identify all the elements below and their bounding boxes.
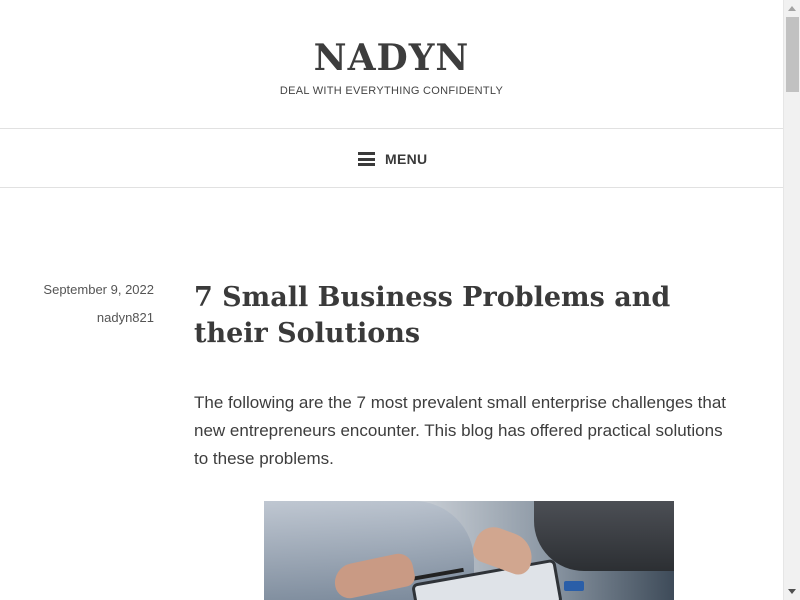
site-tagline: DEAL WITH EVERYTHING CONFIDENTLY	[279, 85, 504, 97]
featured-image	[264, 501, 674, 600]
site-title[interactable]: NADYN	[0, 36, 783, 80]
post-author-link[interactable]: nadyn821	[43, 309, 154, 327]
vertical-scrollbar[interactable]	[783, 0, 800, 600]
hamburger-icon	[358, 152, 375, 166]
scroll-thumb[interactable]	[786, 17, 799, 92]
post-date-link[interactable]: September 9, 2022	[43, 281, 154, 299]
scroll-up-arrow-icon[interactable]	[784, 0, 800, 17]
post-intro-paragraph: The following are the 7 most prevalent s…	[194, 393, 727, 468]
menu-toggle-button[interactable]: MENU	[358, 149, 427, 169]
scroll-down-arrow-icon[interactable]	[784, 583, 800, 600]
post-meta: September 9, 2022 nadyn821	[43, 281, 154, 327]
main-navigation: MENU	[0, 129, 783, 188]
page: NADYN DEAL WITH EVERYTHING CONFIDENTLY M…	[0, 0, 783, 600]
post-title-link[interactable]: 7 Small Business Problems and their Solu…	[194, 280, 734, 352]
site-header: NADYN DEAL WITH EVERYTHING CONFIDENTLY	[0, 0, 783, 129]
menu-label: MENU	[385, 151, 428, 167]
